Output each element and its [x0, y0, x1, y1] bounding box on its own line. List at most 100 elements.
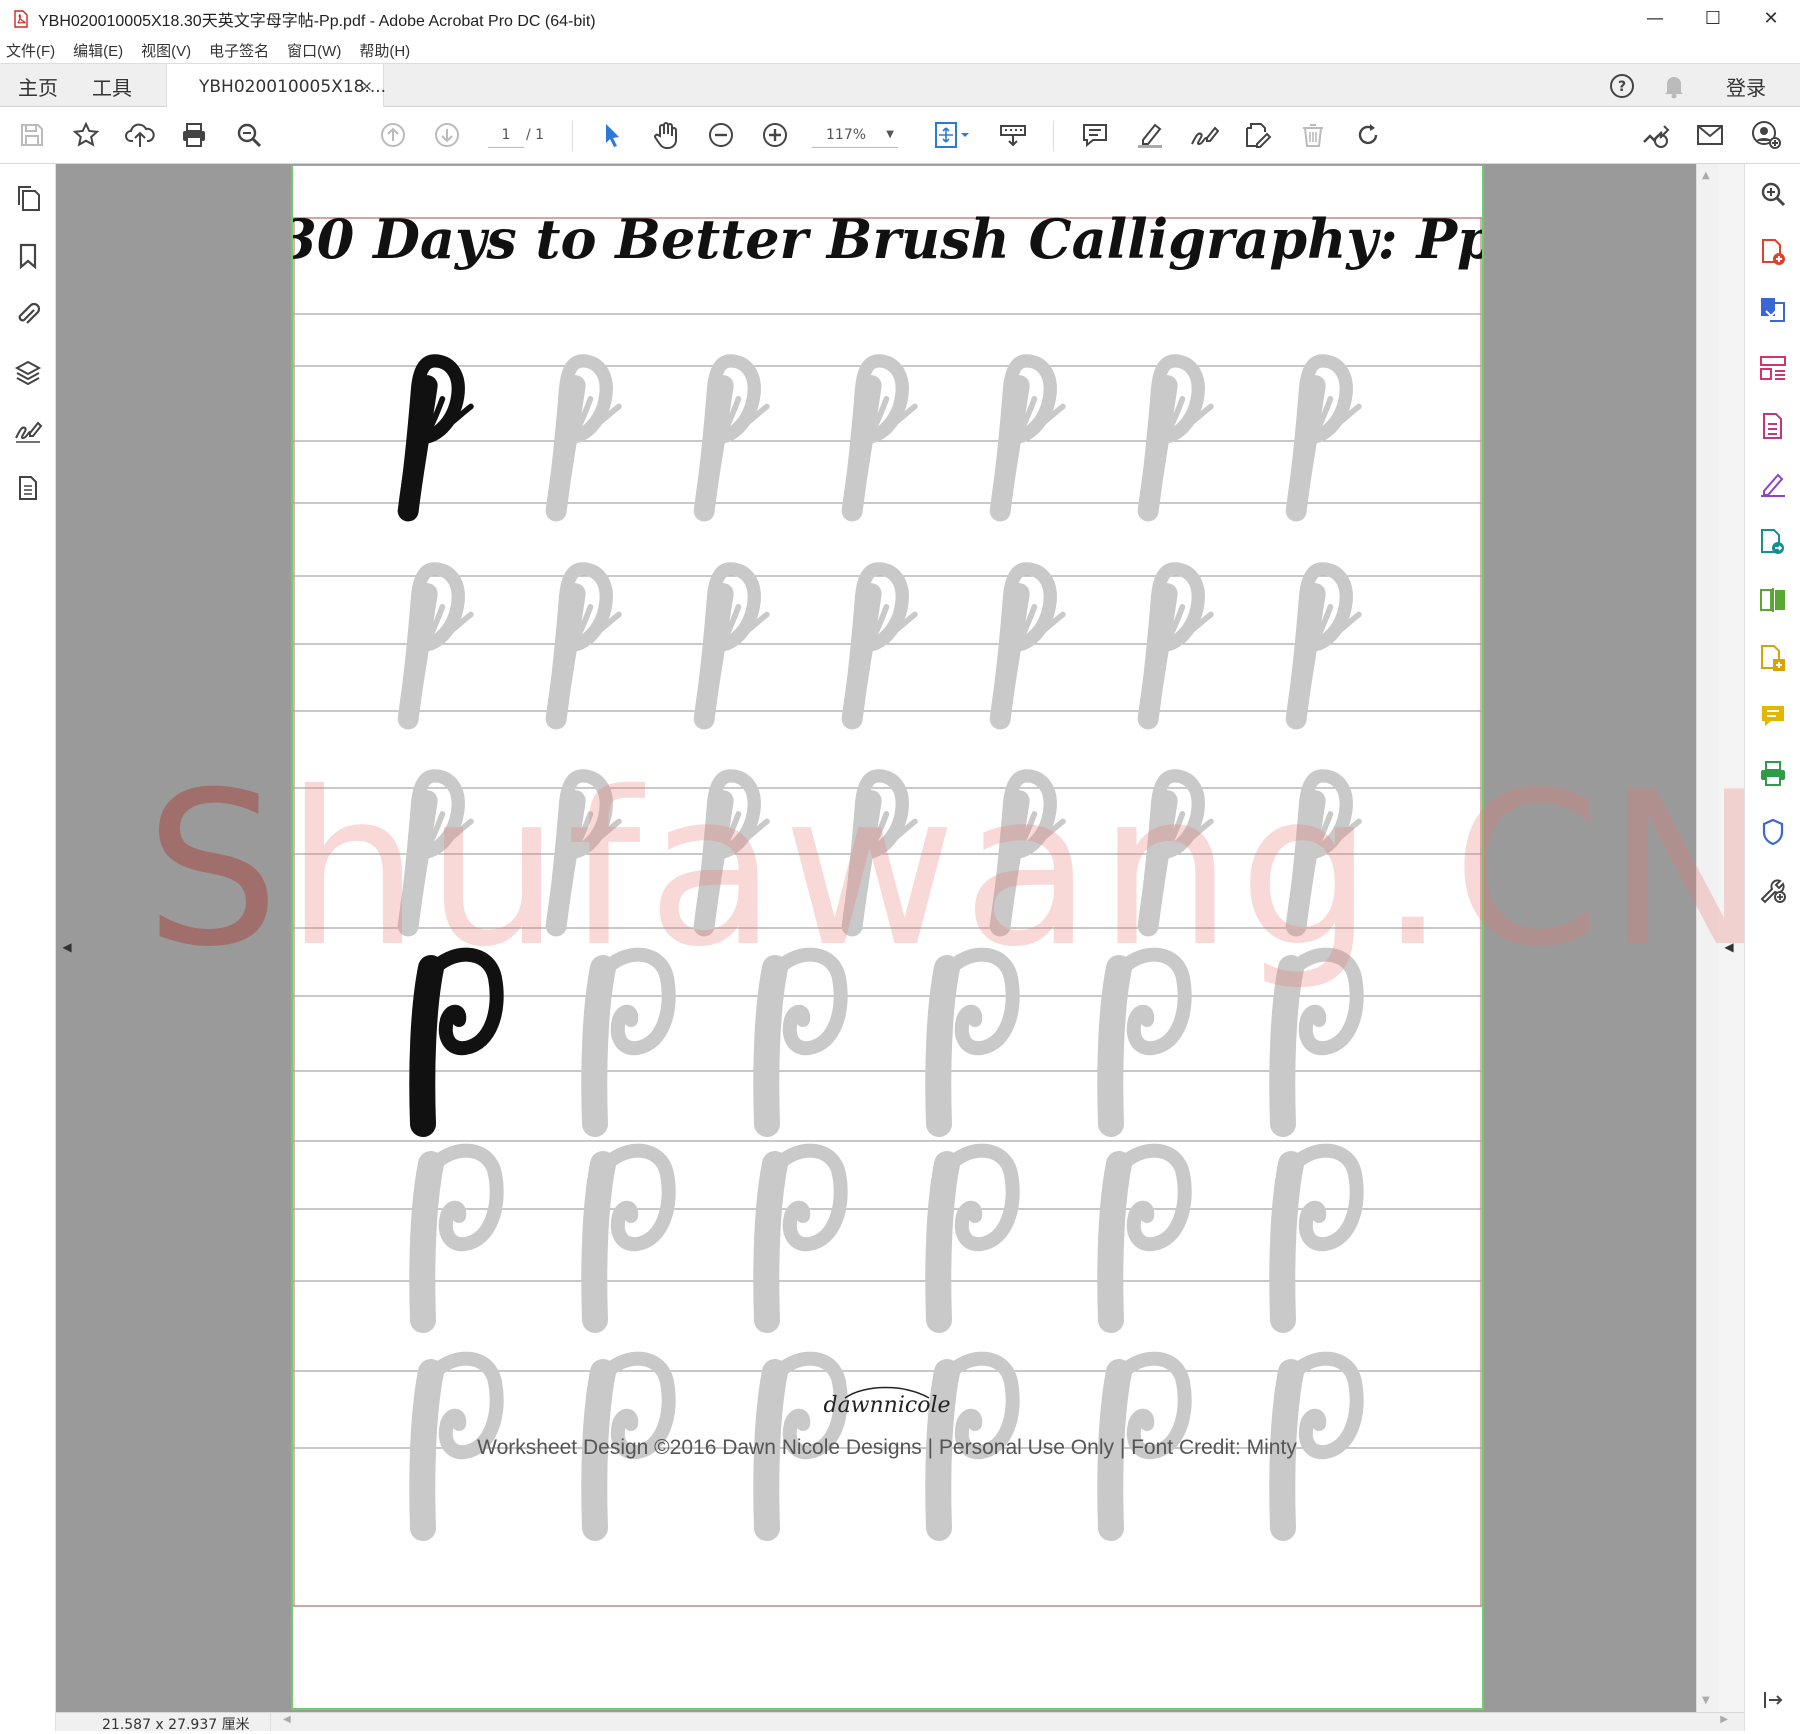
- trace-letter-P: [1110, 955, 1184, 1124]
- maximize-button[interactable]: ☐: [1684, 0, 1742, 37]
- tab-document-label: YBH020010005X18....: [199, 76, 387, 97]
- acrobat-pdf-icon: [12, 9, 30, 29]
- print-icon[interactable]: [176, 117, 212, 153]
- menu-view[interactable]: 视图(V): [141, 40, 191, 61]
- highlight-pen-icon[interactable]: [1132, 117, 1168, 153]
- export-pdf-icon[interactable]: [1755, 292, 1791, 328]
- print-production-icon[interactable]: [1755, 756, 1791, 792]
- trace-letter-p: [700, 361, 767, 511]
- trace-letter-p: [1292, 776, 1359, 926]
- zoom-out-icon[interactable]: [703, 117, 739, 153]
- menu-file[interactable]: 文件(F): [6, 40, 55, 61]
- protect-shield-icon[interactable]: [1755, 814, 1791, 850]
- trace-letter-P: [594, 1151, 668, 1320]
- fit-page-icon[interactable]: [928, 117, 976, 153]
- zoom-in-icon[interactable]: [757, 117, 793, 153]
- scroll-left-arrow-icon[interactable]: ◀: [283, 1714, 291, 1725]
- right-tools-pane: [1744, 164, 1800, 1731]
- signature-icon[interactable]: [12, 414, 44, 446]
- edit-document-icon[interactable]: [1240, 117, 1276, 153]
- login-button[interactable]: 登录: [1726, 72, 1766, 101]
- menu-esign[interactable]: 电子签名: [209, 40, 269, 61]
- email-icon[interactable]: [1692, 117, 1728, 153]
- combine-files-icon[interactable]: [1755, 640, 1791, 676]
- previous-page-icon[interactable]: [375, 117, 411, 153]
- page-thumbnails-icon[interactable]: [12, 182, 44, 214]
- collapse-left-pane-icon[interactable]: ◀: [56, 940, 78, 956]
- trace-letter-P: [766, 955, 840, 1124]
- attachment-paperclip-icon[interactable]: [12, 298, 44, 330]
- collapse-right-pane-icon[interactable]: ◀: [1718, 940, 1740, 956]
- fill-sign-icon[interactable]: [1755, 466, 1791, 502]
- trace-letter-P: [1282, 1151, 1356, 1320]
- zoom-level-value: 117%: [826, 127, 867, 143]
- tab-document[interactable]: YBH020010005X18.... ×: [166, 64, 387, 109]
- vertical-scrollbar[interactable]: ▲ ▼: [1696, 164, 1718, 1712]
- select-cursor-icon[interactable]: [594, 117, 630, 153]
- document-properties-icon[interactable]: [12, 472, 44, 504]
- organize-pages-icon[interactable]: [1755, 350, 1791, 386]
- horizontal-scrollbar[interactable]: ◀ ▶: [270, 1713, 1740, 1731]
- next-page-icon[interactable]: [429, 117, 465, 153]
- close-window-button[interactable]: ✕: [1742, 0, 1800, 37]
- bookmark-icon[interactable]: [12, 240, 44, 272]
- sign-pen-icon[interactable]: [1186, 117, 1222, 153]
- comment-tool-icon[interactable]: [1755, 698, 1791, 734]
- share-link-icon[interactable]: [1637, 117, 1673, 153]
- tab-tools[interactable]: 工具: [92, 64, 132, 108]
- scroll-right-arrow-icon[interactable]: ▶: [1720, 1714, 1728, 1725]
- create-pdf-icon[interactable]: [1755, 234, 1791, 270]
- tab-bar: 主页 工具 YBH020010005X18.... × ? 登录: [0, 63, 1800, 109]
- more-tools-wrench-icon[interactable]: [1755, 872, 1791, 908]
- send-for-review-icon[interactable]: [1755, 524, 1791, 560]
- trace-letter-p: [1292, 361, 1359, 511]
- notification-bell-icon[interactable]: [1656, 68, 1692, 104]
- trace-letter-p: [848, 361, 915, 511]
- page-total: / 1: [526, 127, 545, 143]
- rotate-icon[interactable]: [1350, 117, 1386, 153]
- save-icon[interactable]: [14, 117, 50, 153]
- trace-letter-p: [996, 776, 1063, 926]
- edit-pdf-icon[interactable]: [1755, 408, 1791, 444]
- help-icon[interactable]: ?: [1604, 68, 1640, 104]
- trace-letter-P: [938, 955, 1012, 1124]
- left-navigation-pane: [0, 164, 56, 1731]
- star-bookmark-icon[interactable]: [68, 117, 104, 153]
- worksheet-footer: Worksheet Design ©2016 Dawn Nicole Desig…: [477, 1436, 1297, 1459]
- find-zoom-icon[interactable]: [231, 117, 267, 153]
- trace-letter-P: [938, 1151, 1012, 1320]
- scroll-up-arrow-icon[interactable]: ▲: [1702, 170, 1710, 181]
- example-letter-P: [422, 955, 496, 1124]
- trace-letter-p: [700, 776, 767, 926]
- delete-trash-icon[interactable]: [1295, 117, 1331, 153]
- compare-files-icon[interactable]: [1755, 582, 1791, 618]
- minimize-button[interactable]: —: [1626, 0, 1684, 37]
- trace-letter-p: [404, 776, 471, 926]
- scroll-down-arrow-icon[interactable]: ▼: [1702, 1695, 1710, 1706]
- menu-window[interactable]: 窗口(W): [287, 40, 341, 61]
- page-dimensions: 21.587 x 27.937 厘米: [102, 1717, 250, 1733]
- trace-letter-P: [594, 955, 668, 1124]
- cloud-upload-icon[interactable]: [122, 117, 158, 153]
- close-tab-button[interactable]: ×: [360, 77, 373, 95]
- zoom-level-dropdown[interactable]: 117% ▼: [812, 124, 898, 148]
- trace-letter-P: [1282, 955, 1356, 1124]
- collapse-tools-icon[interactable]: [1755, 1682, 1791, 1718]
- dawnnicole-logo: dawnnicole: [823, 1386, 951, 1418]
- trace-letter-p: [996, 361, 1063, 511]
- trace-letter-p: [848, 776, 915, 926]
- layers-icon[interactable]: [12, 356, 44, 388]
- menu-edit[interactable]: 编辑(E): [73, 40, 123, 61]
- tab-home[interactable]: 主页: [18, 64, 58, 108]
- svg-text:?: ?: [1618, 79, 1626, 95]
- keyboard-icon[interactable]: [995, 117, 1031, 153]
- hand-tool-icon[interactable]: [648, 117, 684, 153]
- page-number-input[interactable]: 1: [488, 124, 524, 148]
- trace-letter-P: [1110, 1151, 1184, 1320]
- title-bar: YBH020010005X18.30天英文字母字帖-Pp.pdf - Adobe…: [0, 0, 1800, 37]
- menu-help[interactable]: 帮助(H): [359, 40, 410, 61]
- comment-icon[interactable]: [1077, 117, 1113, 153]
- search-zoom-icon[interactable]: [1755, 176, 1791, 212]
- add-user-icon[interactable]: [1748, 117, 1784, 153]
- trace-letter-P: [766, 1151, 840, 1320]
